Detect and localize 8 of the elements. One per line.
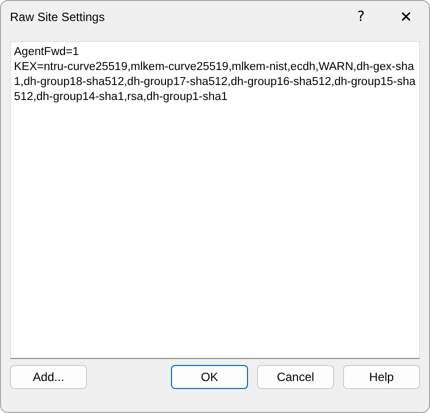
dialog-button[interactable]: Help xyxy=(343,365,420,389)
dialog-button[interactable]: Cancel xyxy=(257,365,334,389)
add-button[interactable]: Add... xyxy=(10,365,87,389)
dialog-button[interactable]: OK xyxy=(171,365,248,389)
close-button[interactable]: ✕ xyxy=(383,1,429,33)
window-title: Raw Site Settings xyxy=(10,10,106,24)
settings-text-area[interactable]: AgentFwd=1 KEX=ntru-curve25519,mlkem-curve25519,mlkem-nist,ecdh,WARN,dh-gex-sha1,dh-group18-sha512,dh-group17-sha512,dh-group16-sha512,dh-group15-sha512,dh-group14-sha1,rsa,dh-group1-sha1 xyxy=(10,41,420,359)
help-button[interactable]: ? xyxy=(339,1,383,33)
